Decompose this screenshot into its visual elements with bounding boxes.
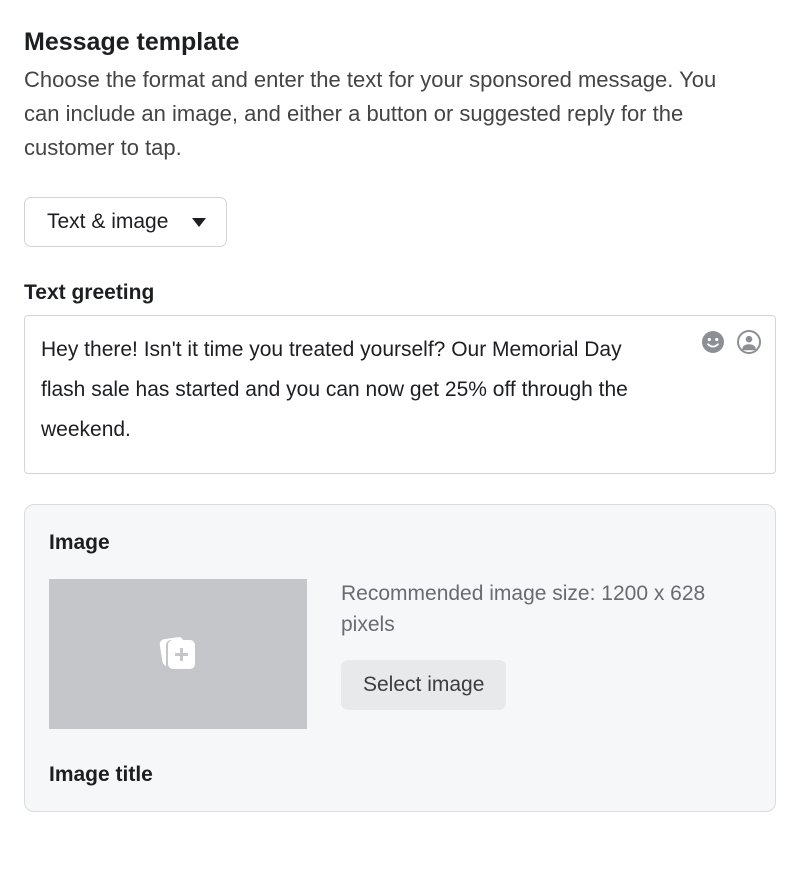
image-panel: Image Recommended image size: 1200 x 628… [24,504,776,812]
image-placeholder[interactable] [49,579,307,729]
emoji-icon[interactable] [701,330,725,354]
format-dropdown-label: Text & image [47,210,168,234]
add-image-icon [158,636,198,672]
image-row: Recommended image size: 1200 x 628 pixel… [49,579,751,729]
image-label: Image [49,531,751,555]
greeting-textarea-container: Hey there! Isn't it time you treated you… [24,315,776,474]
section-title: Message template [24,28,776,57]
person-icon[interactable] [737,330,761,354]
greeting-textarea[interactable]: Hey there! Isn't it time you treated you… [41,330,628,450]
format-dropdown[interactable]: Text & image [24,197,227,247]
greeting-label: Text greeting [24,281,776,305]
image-info: Recommended image size: 1200 x 628 pixel… [341,579,751,710]
select-image-button[interactable]: Select image [341,660,506,710]
chevron-down-icon [192,218,206,227]
textarea-icon-row [701,330,761,354]
image-size-hint: Recommended image size: 1200 x 628 pixel… [341,579,751,640]
section-description: Choose the format and enter the text for… [24,63,744,165]
image-title-label: Image title [49,763,751,787]
